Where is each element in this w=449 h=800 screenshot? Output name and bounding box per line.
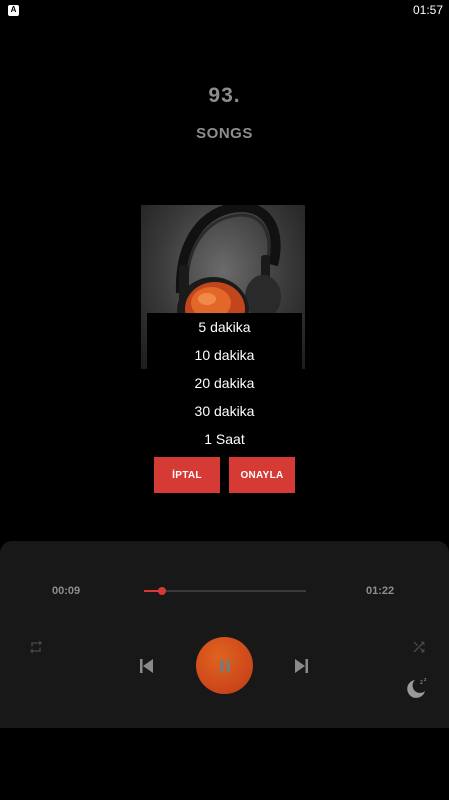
repeat-icon bbox=[30, 640, 42, 654]
elapsed-time: 00:09 bbox=[52, 585, 81, 597]
seek-bar-thumb[interactable] bbox=[157, 587, 166, 595]
skip-previous-icon bbox=[140, 659, 153, 673]
repeat-button[interactable] bbox=[27, 638, 45, 656]
previous-button[interactable] bbox=[134, 654, 158, 678]
confirm-button[interactable]: ONAYLA bbox=[229, 457, 295, 493]
play-pause-button[interactable] bbox=[196, 637, 253, 694]
timer-option-10-min[interactable]: 10 dakika bbox=[147, 341, 302, 369]
svg-text:z: z bbox=[420, 680, 423, 686]
status-bar: A 01:57 bbox=[0, 0, 449, 20]
player-controls-panel: 00:09 01:22 z z bbox=[0, 541, 449, 728]
total-time: 01:22 bbox=[366, 585, 395, 597]
pause-icon bbox=[219, 658, 230, 673]
cancel-button[interactable]: İPTAL bbox=[154, 457, 220, 493]
timer-option-5-min[interactable]: 5 dakika bbox=[147, 313, 302, 341]
skip-next-icon bbox=[295, 659, 308, 673]
shuffle-icon bbox=[413, 641, 425, 653]
timer-dialog-buttons: İPTAL ONAYLA bbox=[154, 457, 295, 493]
timer-option-1-hour[interactable]: 1 Saat bbox=[147, 425, 302, 453]
track-number: 93. bbox=[208, 84, 241, 107]
timer-option-30-min[interactable]: 30 dakika bbox=[147, 397, 302, 425]
next-button[interactable] bbox=[290, 654, 314, 678]
status-time: 01:57 bbox=[412, 3, 443, 17]
album-name: SONGS bbox=[196, 125, 253, 142]
shuffle-button[interactable] bbox=[410, 638, 428, 656]
svg-text:z: z bbox=[424, 677, 427, 683]
timer-option-20-min[interactable]: 20 dakika bbox=[147, 369, 302, 397]
notification-app-icon: A bbox=[8, 4, 19, 16]
player-screen: A 01:57 93. SONGS 5 dakika 10 dakika 20 … bbox=[0, 0, 449, 800]
seek-bar[interactable] bbox=[144, 587, 306, 595]
sleep-timer-icon: z z bbox=[407, 677, 427, 698]
sleep-timer-list: 5 dakika 10 dakika 20 dakika 30 dakika 1… bbox=[147, 313, 302, 455]
sleep-timer-button[interactable]: z z bbox=[403, 676, 429, 702]
